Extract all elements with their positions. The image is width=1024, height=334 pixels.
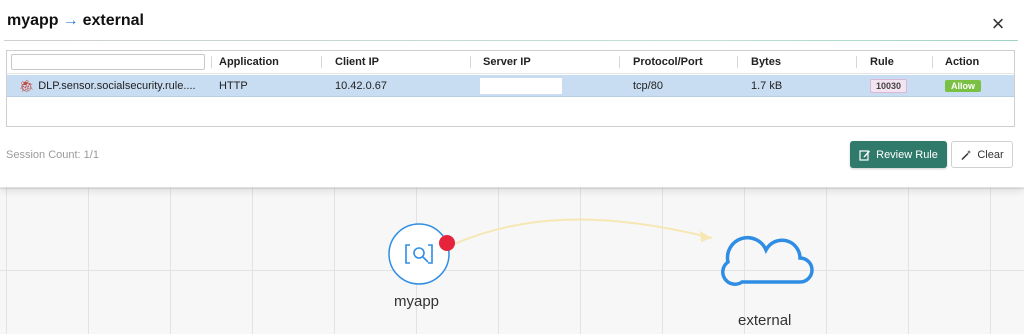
column-protocol-port[interactable]: Protocol/Port: [633, 51, 703, 73]
magic-wand-icon: [961, 149, 972, 160]
review-rule-label: Review Rule: [876, 148, 938, 161]
row-protocol-port: tcp/80: [633, 79, 663, 92]
column-bytes[interactable]: Bytes: [751, 51, 781, 73]
column-separator: [470, 56, 471, 68]
column-separator: [856, 56, 857, 68]
column-separator: [619, 56, 620, 68]
rule-id-badge[interactable]: 10030: [870, 78, 908, 93]
edit-icon: [859, 149, 871, 161]
row-action-cell: Allow: [945, 75, 981, 96]
row-name-cell: 🐞︎ DLP.sensor.socialsecurity.rule....: [19, 75, 196, 96]
column-server-ip[interactable]: Server IP: [483, 51, 531, 73]
column-separator: [932, 56, 933, 68]
alert-indicator: [439, 235, 455, 251]
row-bytes: 1.7 kB: [751, 79, 783, 92]
clear-button[interactable]: Clear: [951, 141, 1013, 168]
edge-arrowhead: [700, 231, 712, 242]
review-rule-button[interactable]: Review Rule: [850, 141, 947, 168]
sessions-table: Application Client IP Server IP Protocol…: [6, 50, 1015, 127]
connection-edge[interactable]: [451, 218, 713, 246]
title-divider: [4, 40, 1018, 41]
dialog-title: myapp → external: [7, 12, 144, 30]
row-application: HTTP: [219, 79, 248, 92]
column-separator: [321, 56, 322, 68]
column-separator: [211, 56, 212, 68]
title-dest: external: [82, 12, 144, 29]
row-rule-cell: 10030: [870, 75, 908, 96]
clear-label: Clear: [977, 148, 1004, 161]
row-client-ip: 10.42.0.67: [335, 79, 387, 92]
column-separator: [737, 56, 738, 68]
filter-input[interactable]: [11, 54, 205, 70]
arrow-right-icon: →: [62, 12, 79, 29]
column-rule[interactable]: Rule: [870, 51, 894, 73]
table-header: Application Client IP Server IP Protocol…: [7, 51, 1014, 74]
column-action[interactable]: Action: [945, 51, 979, 73]
source-node-label: myapp: [394, 293, 440, 310]
title-source: myapp: [7, 12, 59, 29]
dest-node-label: external: [738, 312, 792, 329]
session-count: Session Count: 1/1: [6, 149, 99, 161]
server-ip-redacted: [480, 78, 562, 94]
myapp-node[interactable]: [388, 223, 455, 285]
column-application[interactable]: Application: [219, 51, 279, 73]
table-row[interactable]: 🐞︎ DLP.sensor.socialsecurity.rule.... HT…: [7, 75, 1014, 97]
row-name: DLP.sensor.socialsecurity.rule....: [38, 79, 196, 92]
session-panel: myapp → external × Application Client IP…: [0, 0, 1024, 187]
external-cloud-icon[interactable]: [721, 235, 814, 286]
column-client-ip[interactable]: Client IP: [335, 51, 379, 73]
close-icon[interactable]: ×: [989, 13, 1007, 35]
bug-icon: 🐞︎: [19, 78, 35, 93]
action-badge: Allow: [945, 79, 981, 92]
